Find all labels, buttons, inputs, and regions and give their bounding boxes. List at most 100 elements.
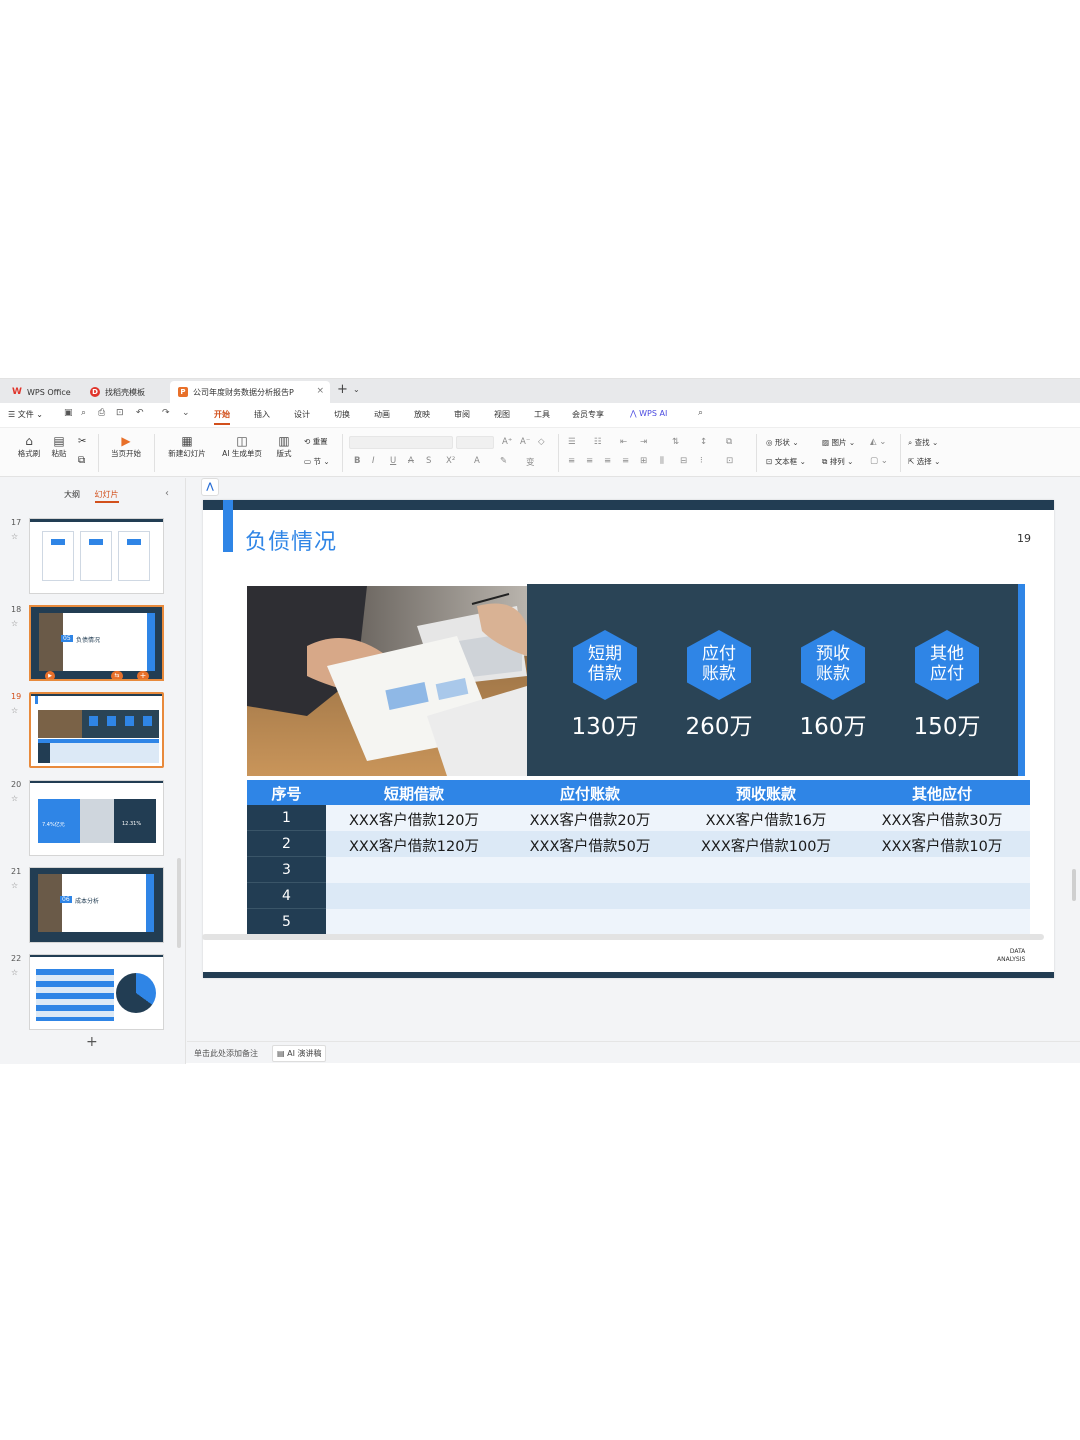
menu-review[interactable]: 审阅 (454, 409, 470, 420)
fill-icon[interactable]: ◭ ⌄ (870, 437, 886, 447)
business-meeting-photo[interactable] (247, 586, 527, 776)
new-slide-button[interactable]: ▦ 新建幻灯片 (162, 434, 212, 459)
slide-thumbnail[interactable]: 05 负债情况 ▶ ⇆ + (29, 605, 164, 681)
star-icon[interactable]: ☆ (11, 706, 18, 715)
section-button[interactable]: ▭ 节 ⌄ (304, 456, 330, 467)
menu-home[interactable]: 开始 (214, 409, 230, 425)
align-center-icon[interactable]: ≡ (586, 456, 593, 466)
tab-docer-templates[interactable]: D 找稻壳模板 (82, 381, 168, 403)
wps-ai-menu[interactable]: ⋀ WPS AI (630, 409, 667, 418)
italic-icon[interactable]: I (372, 456, 375, 466)
reset-button[interactable]: ⟲ 重置 (304, 436, 328, 447)
align-right-icon[interactable]: ≡ (604, 456, 611, 466)
search-doc-icon[interactable]: ⌕ (81, 408, 86, 418)
font-family-select[interactable] (349, 436, 453, 449)
add-notes-placeholder[interactable]: 单击此处添加备注 (194, 1048, 258, 1059)
star-icon[interactable]: ☆ (11, 794, 18, 803)
shape-button[interactable]: ◎ 形状 ⌄ (766, 437, 799, 448)
bold-icon[interactable]: B (354, 456, 360, 466)
print-preview-icon[interactable]: ⊡ (116, 408, 124, 418)
shadow-text-icon[interactable]: S (426, 456, 431, 466)
menu-tools[interactable]: 工具 (534, 409, 550, 420)
vertical-align-icon[interactable]: ⊟ (680, 456, 687, 466)
undo-icon[interactable]: ↶ (136, 408, 144, 418)
collapse-panel-icon[interactable]: ‹ (165, 488, 169, 499)
select-button[interactable]: ⇱ 选择 ⌄ (908, 456, 940, 467)
menu-animation[interactable]: 动画 (374, 409, 390, 420)
tab-slides[interactable]: 幻灯片 (94, 490, 119, 503)
text-direction-icon[interactable]: ⇅ (672, 437, 679, 447)
columns-icon[interactable]: ⫼ (660, 456, 664, 466)
underline-icon[interactable]: U (390, 456, 396, 466)
paste-button[interactable]: ▤ 粘贴 (46, 434, 72, 459)
new-tab-icon[interactable]: + (337, 382, 348, 397)
ai-speech-notes-button[interactable]: ▤ AI 演讲稿 (272, 1045, 327, 1062)
text-box-align-icon[interactable]: ⊡ (726, 456, 733, 466)
menu-design[interactable]: 设计 (294, 409, 310, 420)
file-menu[interactable]: ☰ 文件 ⌄ (8, 409, 43, 420)
convert-smartart-icon[interactable]: ⧉ (726, 437, 732, 447)
search-icon[interactable]: ⌕ (698, 408, 703, 418)
add-slide-icon[interactable]: + (137, 671, 149, 679)
table-row[interactable]: 4 (247, 883, 1030, 909)
distribute-icon[interactable]: ⊞ (640, 456, 647, 466)
strikethrough-icon[interactable]: A (408, 456, 414, 466)
line-spacing-icon[interactable]: ↕ (700, 437, 707, 447)
paragraph-spacing-icon[interactable]: ⁝ (700, 456, 703, 466)
slide-thumbnail[interactable]: 7.4%亿元 12.31% (29, 780, 164, 856)
tab-current-document[interactable]: P 公司年度财务数据分析报告P × (170, 381, 330, 403)
picture-button[interactable]: ▨ 图片 ⌄ (822, 437, 855, 448)
indent-icon[interactable]: ⇥ (640, 437, 647, 447)
slide-title[interactable]: 负债情况 (245, 524, 337, 556)
panel-scrollbar[interactable] (177, 858, 181, 948)
star-icon[interactable]: ☆ (11, 881, 18, 890)
quick-access-more-icon[interactable]: ⌄ (182, 408, 190, 418)
highlight-icon[interactable]: ✎ (500, 456, 507, 466)
arrange-button[interactable]: ⧉ 排列 ⌄ (822, 456, 853, 467)
copy-icon[interactable]: ⧉ (78, 455, 85, 466)
table-row[interactable]: 2 XXX客户借款120万 XXX客户借款50万 XXX客户借款100万 XXX… (247, 831, 1030, 857)
transition-icon[interactable]: ⇆ (111, 671, 123, 679)
save-icon[interactable]: ▣ (64, 408, 73, 418)
menu-transitions[interactable]: 切换 (334, 409, 350, 420)
ai-assistant-icon[interactable]: ⋀ (201, 478, 219, 496)
ai-generate-slide-button[interactable]: ◫ AI 生成单页 (218, 434, 266, 459)
slide-thumbnail[interactable]: 06 成本分析 (29, 867, 164, 943)
increase-font-icon[interactable]: A⁺ (502, 437, 512, 447)
outdent-icon[interactable]: ⇤ (620, 437, 627, 447)
numbering-icon[interactable]: ☷ (594, 437, 602, 447)
star-icon[interactable]: ☆ (11, 532, 18, 541)
menu-member[interactable]: 会员专享 (572, 409, 604, 420)
horizontal-scrollbar[interactable] (202, 934, 1044, 940)
font-size-select[interactable] (456, 436, 494, 449)
char-spacing-icon[interactable]: 变 (526, 456, 535, 468)
superscript-icon[interactable]: X² (446, 456, 455, 466)
slide-thumbnail[interactable] (29, 692, 164, 768)
menu-view[interactable]: 视图 (494, 409, 510, 420)
font-color-icon[interactable]: A (474, 456, 480, 466)
menu-slideshow[interactable]: 放映 (414, 409, 430, 420)
add-slide-button[interactable]: + (86, 1034, 98, 1050)
menu-insert[interactable]: 插入 (254, 409, 270, 420)
find-button[interactable]: ⌕ 查找 ⌄ (908, 437, 938, 448)
table-row[interactable]: 3 (247, 857, 1030, 883)
close-tab-icon[interactable]: × (316, 386, 324, 396)
tab-wps-office[interactable]: W WPS Office (4, 381, 76, 403)
clear-format-icon[interactable]: ◇ (538, 437, 545, 447)
slide-19[interactable]: 负债情况 19 短期 借款 130万 应付 账款 260万 预收 账款 160万… (203, 500, 1054, 978)
textbox-button[interactable]: ⊡ 文本框 ⌄ (766, 456, 806, 467)
table-row[interactable]: 5 (247, 909, 1030, 935)
table-row[interactable]: 1 XXX客户借款120万 XXX客户借款20万 XXX客户借款16万 XXX客… (247, 805, 1030, 831)
bullets-icon[interactable]: ☰ (568, 437, 576, 447)
align-left-icon[interactable]: ≡ (568, 456, 575, 466)
play-icon[interactable]: ▶ (45, 671, 55, 679)
outline-icon[interactable]: ▢ ⌄ (870, 456, 888, 466)
vertical-scrollbar[interactable] (1072, 869, 1076, 901)
redo-icon[interactable]: ↷ (162, 408, 170, 418)
slide-thumbnail[interactable] (29, 954, 164, 1030)
decrease-font-icon[interactable]: A⁻ (520, 437, 530, 447)
star-icon[interactable]: ☆ (11, 968, 18, 977)
play-from-current-button[interactable]: ▶ 当页开始 (104, 434, 148, 459)
justify-icon[interactable]: ≡ (622, 456, 629, 466)
print-icon[interactable]: ⎙ (98, 408, 105, 418)
